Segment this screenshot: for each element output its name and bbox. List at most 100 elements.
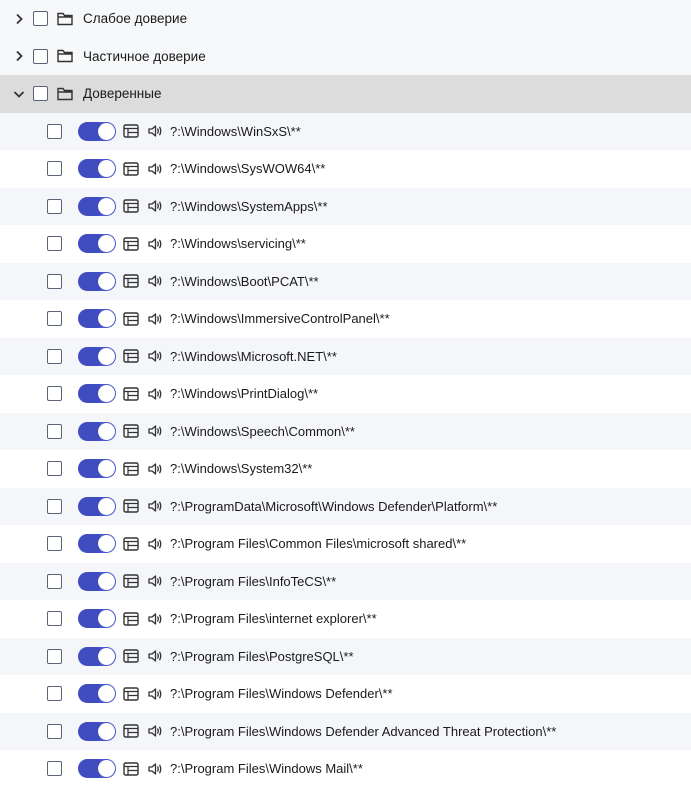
speaker-icon bbox=[147, 573, 163, 589]
speaker-icon bbox=[147, 273, 163, 289]
enable-toggle[interactable] bbox=[78, 121, 116, 141]
item-checkbox[interactable] bbox=[47, 648, 62, 664]
item-checkbox[interactable] bbox=[47, 461, 62, 477]
item-checkbox[interactable] bbox=[47, 686, 62, 702]
enable-toggle[interactable] bbox=[78, 309, 116, 329]
list-item[interactable]: ?:\Windows\SystemApps\** bbox=[0, 187, 691, 225]
item-checkbox[interactable] bbox=[47, 536, 62, 552]
speaker-icon bbox=[147, 236, 163, 252]
enable-toggle[interactable] bbox=[78, 421, 116, 441]
folder-checkbox[interactable] bbox=[33, 86, 48, 102]
folder-checkbox[interactable] bbox=[33, 48, 48, 64]
enable-toggle[interactable] bbox=[78, 609, 116, 629]
toggle-knob bbox=[98, 272, 115, 290]
folder-label: Доверенные bbox=[83, 86, 162, 102]
toggle-knob bbox=[98, 572, 115, 590]
enable-toggle[interactable] bbox=[78, 721, 116, 741]
list-item[interactable]: ?:\Program Files\internet explorer\** bbox=[0, 600, 691, 638]
enable-toggle[interactable] bbox=[78, 159, 116, 179]
speaker-icon bbox=[147, 611, 163, 627]
trusted-items-list: ?:\Windows\WinSxS\** ?:\Windows\SysWOW64\… bbox=[0, 112, 691, 788]
item-checkbox[interactable] bbox=[47, 311, 62, 327]
folder-label: Частичное доверие bbox=[83, 48, 206, 64]
enable-toggle[interactable] bbox=[78, 271, 116, 291]
list-item[interactable]: ?:\Windows\PrintDialog\** bbox=[0, 375, 691, 413]
list-item[interactable]: ?:\Program Files\Windows Defender Advanc… bbox=[0, 712, 691, 750]
toggle-knob bbox=[98, 422, 115, 440]
list-item[interactable]: ?:\Program Files\Windows Mail\** bbox=[0, 750, 691, 788]
item-checkbox[interactable] bbox=[47, 161, 62, 177]
enable-toggle[interactable] bbox=[78, 196, 116, 216]
speaker-icon bbox=[147, 498, 163, 514]
item-checkbox[interactable] bbox=[47, 498, 62, 514]
folder-icon bbox=[57, 87, 73, 101]
folder-checkbox[interactable] bbox=[33, 11, 48, 27]
folder-row-weak-trust[interactable]: Слабое доверие bbox=[0, 0, 691, 38]
item-checkbox[interactable] bbox=[47, 236, 62, 252]
list-item[interactable]: ?:\Windows\System32\** bbox=[0, 450, 691, 488]
toggle-knob bbox=[98, 197, 115, 215]
list-item[interactable]: ?:\Program Files\Common Files\microsoft … bbox=[0, 525, 691, 563]
toggle-knob bbox=[98, 160, 115, 178]
enable-toggle[interactable] bbox=[78, 346, 116, 366]
item-checkbox[interactable] bbox=[47, 198, 62, 214]
enable-toggle[interactable] bbox=[78, 496, 116, 516]
enable-toggle[interactable] bbox=[78, 759, 116, 779]
item-checkbox[interactable] bbox=[47, 423, 62, 439]
speaker-icon bbox=[147, 461, 163, 477]
item-path: ?:\Windows\System32\** bbox=[170, 461, 313, 477]
enable-toggle[interactable] bbox=[78, 571, 116, 591]
speaker-icon bbox=[147, 198, 163, 214]
list-item[interactable]: ?:\Windows\SysWOW64\** bbox=[0, 150, 691, 188]
item-checkbox[interactable] bbox=[47, 273, 62, 289]
list-item[interactable]: ?:\Windows\Boot\PCAT\** bbox=[0, 262, 691, 300]
item-path: ?:\Windows\servicing\** bbox=[170, 236, 306, 252]
folder-label: Слабое доверие bbox=[83, 11, 188, 27]
enable-toggle[interactable] bbox=[78, 684, 116, 704]
enable-toggle[interactable] bbox=[78, 534, 116, 554]
table-icon bbox=[123, 612, 139, 626]
table-icon bbox=[123, 537, 139, 551]
item-path: ?:\Windows\Speech\Common\** bbox=[170, 423, 355, 439]
table-icon bbox=[123, 649, 139, 663]
list-item[interactable]: ?:\Windows\WinSxS\** bbox=[0, 112, 691, 150]
item-checkbox[interactable] bbox=[47, 123, 62, 139]
enable-toggle[interactable] bbox=[78, 646, 116, 666]
table-icon bbox=[123, 724, 139, 738]
list-item[interactable]: ?:\Program Files\InfoTeCS\** bbox=[0, 562, 691, 600]
item-checkbox[interactable] bbox=[47, 761, 62, 777]
folder-row-partial-trust[interactable]: Частичное доверие bbox=[0, 37, 691, 75]
list-item[interactable]: ?:\Windows\Speech\Common\** bbox=[0, 412, 691, 450]
enable-toggle[interactable] bbox=[78, 459, 116, 479]
item-checkbox[interactable] bbox=[47, 348, 62, 364]
list-item[interactable]: ?:\Program Files\Windows Defender\** bbox=[0, 675, 691, 713]
item-path: ?:\Windows\Microsoft.NET\** bbox=[170, 348, 337, 364]
list-item[interactable]: ?:\Windows\servicing\** bbox=[0, 225, 691, 263]
table-icon bbox=[123, 762, 139, 776]
table-icon bbox=[123, 349, 139, 363]
enable-toggle[interactable] bbox=[78, 234, 116, 254]
item-checkbox[interactable] bbox=[47, 386, 62, 402]
item-checkbox[interactable] bbox=[47, 611, 62, 627]
table-icon bbox=[123, 499, 139, 513]
toggle-knob bbox=[98, 685, 115, 703]
list-item[interactable]: ?:\Program Files\PostgreSQL\** bbox=[0, 637, 691, 675]
toggle-knob bbox=[98, 647, 115, 665]
list-item[interactable]: ?:\Windows\Microsoft.NET\** bbox=[0, 337, 691, 375]
speaker-icon bbox=[147, 723, 163, 739]
list-item[interactable]: ?:\ProgramData\Microsoft\Windows Defende… bbox=[0, 487, 691, 525]
table-icon bbox=[123, 387, 139, 401]
chevron-right-icon[interactable] bbox=[13, 50, 25, 62]
list-item[interactable]: ?:\Windows\ImmersiveControlPanel\** bbox=[0, 300, 691, 338]
tree-view: Слабое доверие Частичное доверие Доверен… bbox=[0, 0, 691, 788]
item-checkbox[interactable] bbox=[47, 573, 62, 589]
speaker-icon bbox=[147, 761, 163, 777]
speaker-icon bbox=[147, 386, 163, 402]
item-checkbox[interactable] bbox=[47, 723, 62, 739]
item-path: ?:\Program Files\PostgreSQL\** bbox=[170, 648, 354, 664]
item-path: ?:\Windows\ImmersiveControlPanel\** bbox=[170, 311, 390, 327]
chevron-right-icon[interactable] bbox=[13, 13, 25, 25]
folder-row-trusted[interactable]: Доверенные bbox=[0, 75, 691, 113]
chevron-down-icon[interactable] bbox=[13, 88, 25, 100]
enable-toggle[interactable] bbox=[78, 384, 116, 404]
